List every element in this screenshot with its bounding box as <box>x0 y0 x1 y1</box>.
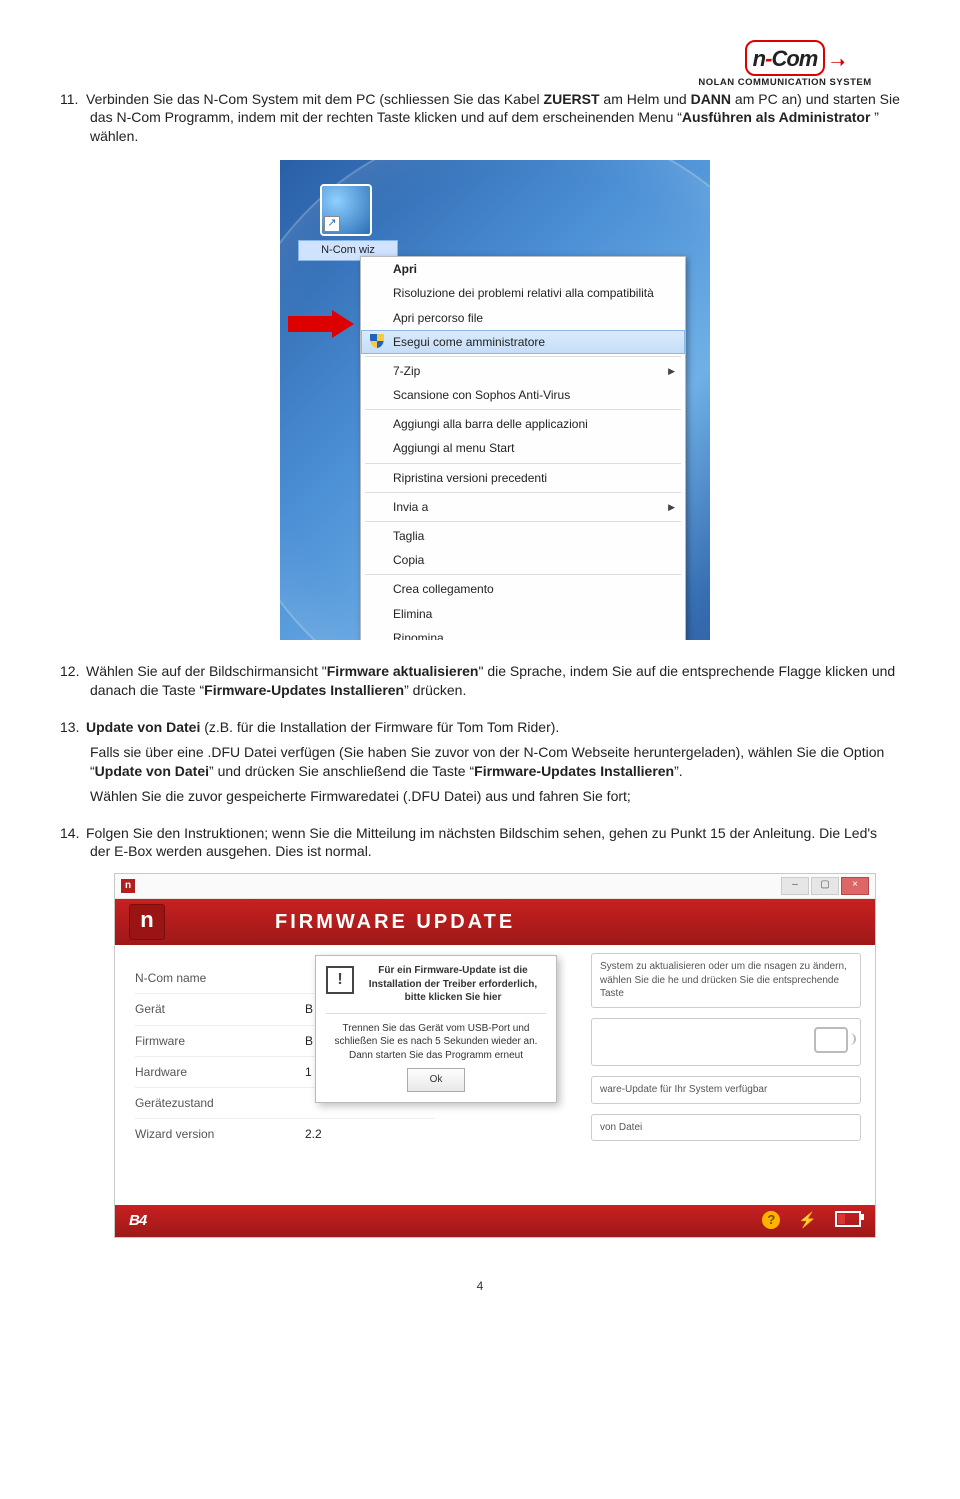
dialog-message: Trennen Sie das Gerät vom USB-Port und s… <box>326 1022 546 1063</box>
text-bold: Firmware-Updates Installieren <box>474 763 674 779</box>
menu-item-label: Invia a <box>393 500 428 514</box>
bolt-icon: ⚡ <box>798 1211 817 1231</box>
field-label: Gerätezustand <box>135 1095 305 1111</box>
field-value: B <box>305 1001 313 1017</box>
menu-item-startmenu[interactable]: Aggiungi al menu Start <box>361 436 685 460</box>
menu-item-label: 7-Zip <box>393 364 420 378</box>
menu-item-cut[interactable]: Taglia <box>361 524 685 548</box>
menu-item-compat[interactable]: Risoluzione dei problemi relativi alla c… <box>361 281 685 305</box>
field-label: Wizard version <box>135 1126 305 1142</box>
field-value: 2.2 <box>305 1126 322 1142</box>
help-icon[interactable]: ? <box>762 1211 780 1229</box>
logo-subtitle: NOLAN COMMUNICATION SYSTEM <box>670 77 900 90</box>
side-from-file[interactable]: von Datei <box>591 1114 861 1142</box>
screenshot-firmware-window: n – ▢ × n FIRMWARE UPDATE N-Com name Ger… <box>114 873 876 1238</box>
menu-item-open[interactable]: Apri <box>361 257 685 281</box>
step-number: 13. <box>60 718 86 737</box>
menu-item-label: Esegui come amministratore <box>393 335 545 349</box>
speaker-box[interactable] <box>591 1018 861 1067</box>
brand-logo: n-Com ➝ NOLAN COMMUNICATION SYSTEM <box>670 40 900 90</box>
logo-text-n: n <box>753 46 765 71</box>
warning-icon <box>326 966 354 994</box>
chevron-right-icon: ▶ <box>668 365 675 377</box>
window-titlebar: n – ▢ × <box>115 874 875 899</box>
side-help-text: System zu aktualisieren oder um die nsag… <box>591 953 861 1008</box>
text-bold: ZUERST <box>544 91 600 107</box>
text: ”. <box>674 763 683 779</box>
text-bold: Update von Datei <box>95 763 209 779</box>
menu-item-sophos[interactable]: Scansione con Sophos Anti-Virus <box>361 383 685 407</box>
page-number: 4 <box>60 1278 900 1294</box>
menu-item-rename[interactable]: Rinomina <box>361 626 685 640</box>
chevron-right-icon: ▶ <box>668 501 675 513</box>
text-bold: Ausführen als Administrator <box>682 109 871 125</box>
menu-item-taskbar[interactable]: Aggiungi alla barra delle applicazioni <box>361 412 685 436</box>
text-bold: Firmware-Updates Installieren <box>204 682 404 698</box>
field-label: N-Com name <box>135 970 305 986</box>
field-label: Firmware <box>135 1033 305 1049</box>
brand-square-icon: n <box>129 904 165 940</box>
step-number: 12. <box>60 662 86 681</box>
field-row-wizard: Wizard version2.2 <box>135 1119 435 1149</box>
menu-item-copy[interactable]: Copia <box>361 548 685 572</box>
logo-text-com: Com <box>771 46 817 71</box>
text: am Helm und <box>600 91 691 107</box>
field-label: Gerät <box>135 1001 305 1017</box>
text: Verbinden Sie das N-Com System mit dem P… <box>86 91 544 107</box>
desktop-shortcut-icon[interactable]: ↗ <box>320 184 372 236</box>
app-icon: n <box>121 879 135 893</box>
text: ” drücken. <box>404 682 466 698</box>
callout-arrow-icon <box>288 310 354 338</box>
uac-shield-icon <box>370 334 384 348</box>
menu-item-shortcut[interactable]: Crea collegamento <box>361 577 685 601</box>
text-bold: Update von Datei <box>86 719 200 735</box>
step-number: 11. <box>60 90 86 109</box>
minimize-button[interactable]: – <box>781 877 809 895</box>
text: ” und drücken Sie anschließend die Taste… <box>209 763 474 779</box>
field-value: 1 <box>305 1064 312 1080</box>
maximize-button[interactable]: ▢ <box>811 877 839 895</box>
menu-item-delete[interactable]: Elimina <box>361 602 685 626</box>
text: Wählen Sie auf der Bildschirmansicht " <box>86 663 327 679</box>
step-14: 14.Folgen Sie den Instruktionen; wenn Si… <box>60 824 900 1239</box>
side-panel: System zu aktualisieren oder um die nsag… <box>591 953 861 1151</box>
field-label: Hardware <box>135 1064 305 1080</box>
step-13: 13.Update von Datei (z.B. für die Instal… <box>60 718 900 806</box>
field-value: B <box>305 1033 313 1049</box>
text-bold: DANN <box>691 91 731 107</box>
text: (z.B. für die Installation der Firmware … <box>200 719 559 735</box>
header-bar: n FIRMWARE UPDATE <box>115 899 875 945</box>
dialog-link-text[interactable]: Für ein Firmware-Update ist die Installa… <box>326 964 546 1005</box>
header-title: FIRMWARE UPDATE <box>275 909 515 936</box>
modal-dialog: Für ein Firmware-Update ist die Installa… <box>315 955 557 1103</box>
menu-item-open-location[interactable]: Apri percorso file <box>361 306 685 330</box>
speaker-icon <box>814 1027 848 1053</box>
close-button[interactable]: × <box>841 877 869 895</box>
battery-icon <box>835 1211 861 1227</box>
shortcut-overlay-icon: ↗ <box>324 216 340 232</box>
menu-item-restore[interactable]: Ripristina versioni precedenti <box>361 466 685 490</box>
menu-item-run-admin[interactable]: Esegui come amministratore <box>361 330 685 354</box>
step-11: 11.Verbinden Sie das N-Com System mit de… <box>60 90 900 641</box>
footer-tag: B4 <box>129 1211 146 1231</box>
text: Folgen Sie den Instruktionen; wenn Sie d… <box>86 825 877 860</box>
text: Wählen Sie die zuvor gespeicherte Firmwa… <box>90 787 900 806</box>
side-update-available: ware-Update für Ihr System verfügbar <box>591 1076 861 1104</box>
text-bold: Firmware aktualisieren <box>327 663 479 679</box>
step-number: 14. <box>60 824 86 843</box>
footer-bar: B4 ? ⚡ <box>115 1205 875 1237</box>
menu-item-sendto[interactable]: Invia a ▶ <box>361 495 685 519</box>
screenshot-context-menu: ↗ N-Com wiz Apri Risoluzione dei problem… <box>280 160 710 640</box>
ok-button[interactable]: Ok <box>407 1068 466 1092</box>
arrow-icon: ➝ <box>830 50 845 74</box>
menu-item-7zip[interactable]: 7-Zip ▶ <box>361 359 685 383</box>
context-menu: Apri Risoluzione dei problemi relativi a… <box>360 256 686 640</box>
step-12: 12.Wählen Sie auf der Bildschirmansicht … <box>60 662 900 700</box>
